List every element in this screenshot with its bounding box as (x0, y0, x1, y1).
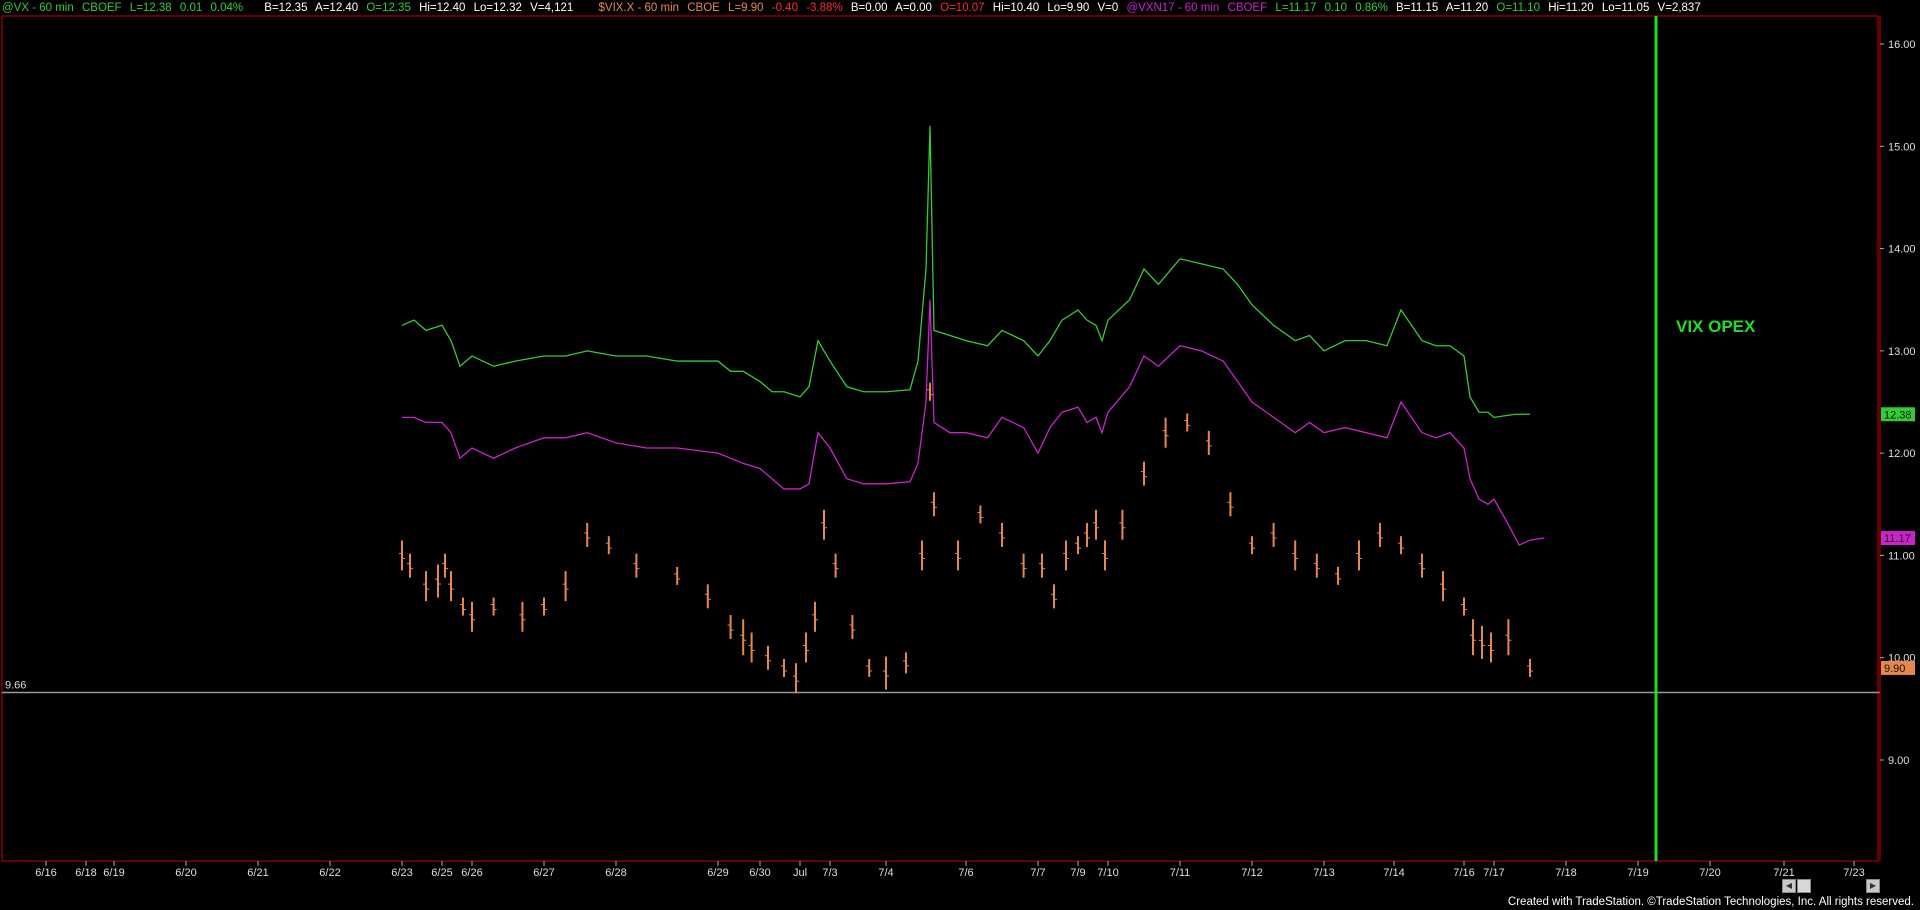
x-tick-label: 7/21 (1773, 867, 1794, 878)
x-tick-label: 7/10 (1097, 867, 1118, 878)
series-line-vx (401, 125, 1530, 419)
y-tick-label: 14.00 (1888, 244, 1916, 256)
y-tick-label: 11.00 (1888, 550, 1915, 562)
x-tick-label: 7/6 (958, 867, 973, 878)
x-tick-label: 7/23 (1843, 867, 1864, 878)
y-tick-label: 12.00 (1888, 448, 1916, 460)
x-tick-label: 6/20 (175, 867, 196, 878)
x-tick-label: 6/18 (75, 867, 96, 878)
scroll-right-button[interactable]: ▶ (1866, 879, 1880, 893)
x-tick-label: 7/18 (1555, 867, 1576, 878)
y-tick-label: 13.00 (1888, 346, 1916, 358)
price-chart[interactable]: 9.66VIX OPEX 9.0010.0011.0012.0013.0014.… (0, 0, 1920, 878)
support-line-label: 9.66 (5, 679, 26, 691)
x-tick-label: 6/30 (749, 867, 770, 878)
x-tick-label: 6/19 (103, 867, 124, 878)
x-tick-label: 6/27 (533, 867, 554, 878)
last-value-tag-label: 9.90 (1884, 663, 1905, 675)
x-tick-label: 7/7 (1030, 867, 1045, 878)
plot-frame (1, 15, 1879, 862)
y-tick-label: 16.00 (1888, 39, 1916, 51)
x-tick-label: 7/11 (1170, 867, 1191, 878)
x-tick-label: 6/23 (391, 867, 412, 878)
footer-copyright: Created with TradeStation. ©TradeStation… (1507, 896, 1914, 908)
series-layer (399, 125, 1545, 694)
x-tick-label: Jul (793, 867, 807, 878)
y-tick-label: 15.00 (1888, 141, 1916, 153)
x-tick-label: 7/4 (878, 867, 893, 878)
x-tick-label: 7/17 (1483, 867, 1504, 878)
x-tick-label: 6/21 (247, 867, 268, 878)
horizontal-scrollbar[interactable] (0, 878, 1880, 894)
scroll-thumb[interactable] (1797, 879, 1811, 893)
opex-label: VIX OPEX (1676, 317, 1756, 336)
x-tick-label: 7/16 (1453, 867, 1474, 878)
x-tick-label: 6/16 (35, 867, 56, 878)
annotation-layer: 9.66 VIX OPEX (2, 16, 1880, 861)
x-tick-label: 7/20 (1699, 867, 1720, 878)
x-tick-label: 6/26 (461, 867, 482, 878)
x-tick-label: 6/29 (707, 867, 728, 878)
series-line-vxn17 (402, 299, 1545, 547)
last-value-tag-label: 12.38 (1884, 409, 1912, 421)
x-tick-label: 7/3 (822, 867, 837, 878)
x-tick-label: 7/9 (1070, 867, 1085, 878)
y-tick-label: 9.00 (1888, 755, 1909, 767)
scroll-left-button[interactable]: ◀ (1782, 879, 1796, 893)
x-tick-label: 7/13 (1313, 867, 1334, 878)
x-tick-label: 6/28 (605, 867, 626, 878)
x-tick-label: 7/14 (1383, 867, 1404, 878)
last-value-tag-label: 11.17 (1884, 533, 1911, 545)
x-tick-label: 7/19 (1627, 867, 1648, 878)
x-tick-label: 6/25 (431, 867, 452, 878)
axis-layer: 9.0010.0011.0012.0013.0014.0015.0016.006… (35, 16, 1916, 878)
x-tick-label: 7/12 (1241, 867, 1262, 878)
x-tick-label: 6/22 (319, 867, 340, 878)
